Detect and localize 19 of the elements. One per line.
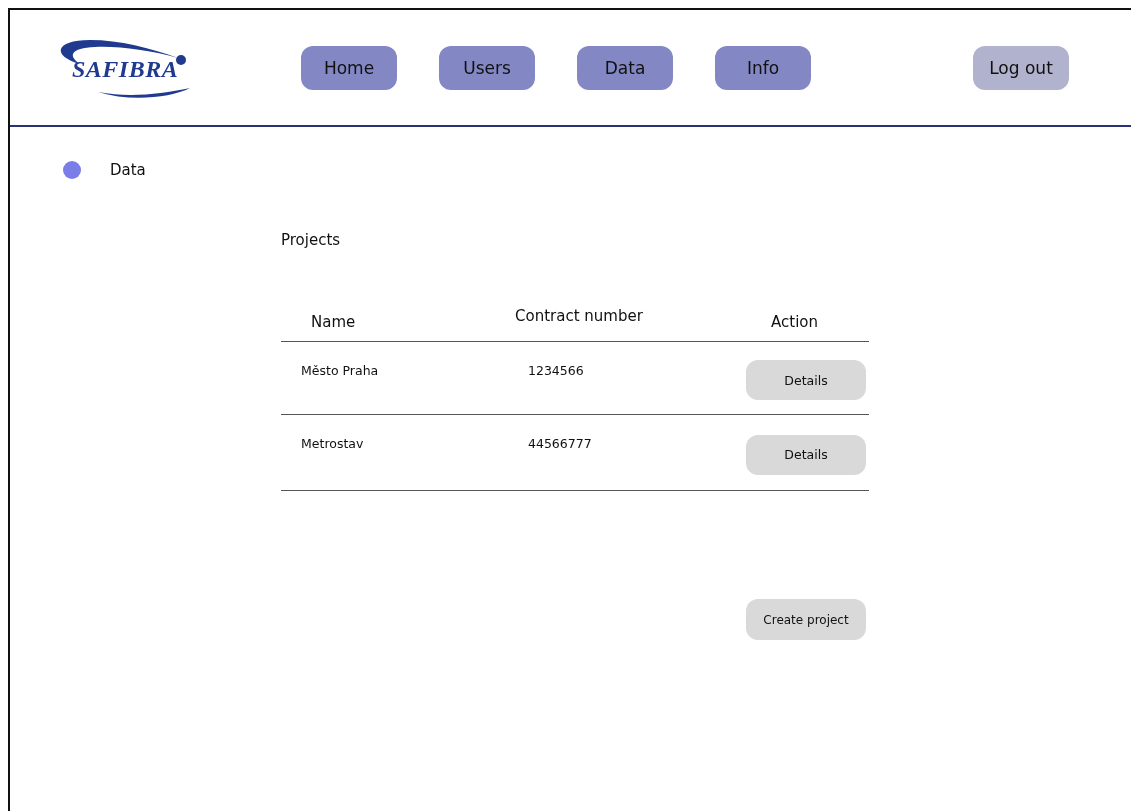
table-cell-text: Metrostav: [300, 435, 365, 451]
column-header: Action: [770, 313, 819, 331]
nav-button[interactable]: Users: [439, 45, 535, 90]
logout-button[interactable]: Log out: [973, 45, 1069, 90]
breadcrumb-dot: [63, 161, 81, 179]
logo-text: SAFIBRA: [72, 55, 179, 83]
nav-button[interactable]: Info: [715, 45, 811, 90]
breadcrumb: Data: [110, 161, 146, 179]
nav-button[interactable]: Data: [577, 45, 673, 90]
table-cell-text: 1234566: [527, 362, 585, 378]
create-project-button[interactable]: Create project: [746, 599, 866, 640]
table-cell-text: 44566777: [527, 435, 593, 451]
details-button[interactable]: Details: [746, 434, 866, 475]
nav-button[interactable]: Home: [301, 45, 397, 90]
details-button[interactable]: Details: [746, 360, 866, 400]
column-header: Contract number: [514, 306, 644, 325]
column-header: Name: [310, 313, 357, 331]
section-title: Projects: [281, 231, 342, 249]
table-cell-text: Město Praha: [300, 362, 380, 378]
